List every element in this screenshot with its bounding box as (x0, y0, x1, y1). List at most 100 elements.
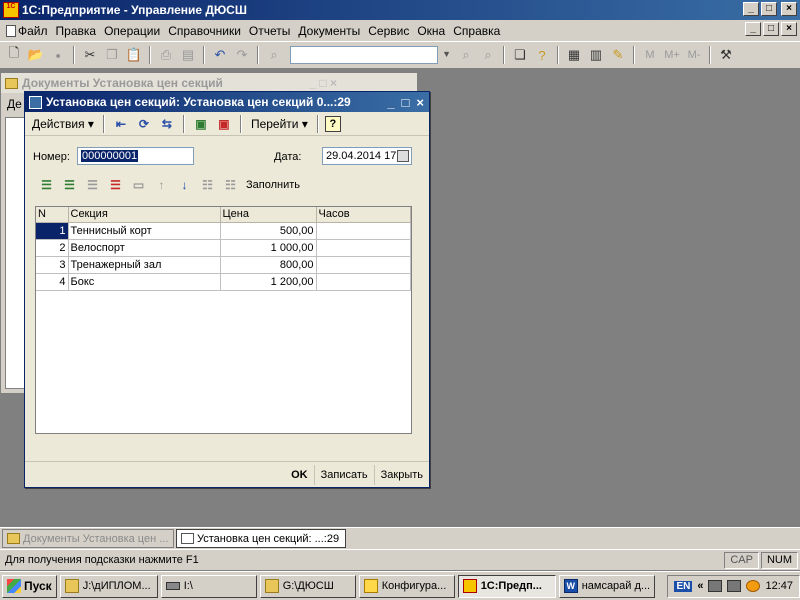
save-icon[interactable]: ▪ (48, 45, 68, 65)
memory-button[interactable]: M (640, 45, 660, 65)
start-button[interactable]: Пуск (2, 574, 57, 598)
taskbar-button-1c[interactable]: 1С:Предп... (457, 574, 556, 598)
sort-desc-icon[interactable]: ☷ (221, 176, 240, 194)
volume-icon[interactable] (727, 580, 742, 592)
post-document-icon[interactable]: ▣ (191, 115, 211, 133)
unpost-document-icon[interactable]: ▣ (214, 115, 234, 133)
memory-minus-button[interactable]: M- (684, 45, 704, 65)
number-field[interactable]: 000000001 (77, 147, 194, 165)
find-icon[interactable]: ⌕ (264, 45, 284, 65)
search-next-icon[interactable]: ⌕ (478, 45, 498, 65)
menu-service[interactable]: Сервис (364, 24, 413, 38)
row-number-cell[interactable]: 1 (36, 222, 69, 240)
end-edit-icon[interactable]: ▭ (129, 176, 148, 194)
close-button[interactable]: Закрыть (373, 464, 429, 485)
table-row[interactable]: 1 Теннисный корт 500,00 (36, 222, 411, 240)
column-header-section[interactable]: Секция (68, 207, 221, 223)
price-cell[interactable]: 1 000,00 (220, 239, 317, 257)
row-number-cell[interactable]: 2 (36, 239, 69, 257)
price-cell[interactable]: 800,00 (220, 256, 317, 274)
taskbar-button-drive-i[interactable]: I:\ (160, 574, 257, 598)
add-copy-icon[interactable]: ☰ (60, 176, 79, 194)
move-up-icon[interactable]: ↑ (152, 176, 171, 194)
hours-cell[interactable] (316, 256, 411, 274)
help-button[interactable]: ? (324, 115, 341, 132)
hours-cell[interactable] (316, 222, 411, 240)
dialog-minimize-button[interactable]: _ (387, 95, 394, 110)
menu-operations[interactable]: Операции (100, 24, 164, 38)
clipboard-icon[interactable]: ✎ (608, 45, 628, 65)
antivirus-icon[interactable] (746, 580, 761, 592)
move-down-icon[interactable]: ↓ (175, 176, 194, 194)
print-icon[interactable]: ⎙ (156, 45, 176, 65)
column-header-hours[interactable]: Часов (316, 207, 411, 223)
cut-icon[interactable]: ✂ (80, 45, 100, 65)
table-row[interactable]: 2 Велоспорт 1 000,00 (36, 239, 411, 257)
section-cell[interactable]: Бокс (68, 273, 221, 291)
date-field[interactable]: 29.04.2014 17 (322, 147, 412, 165)
structure-icon[interactable]: ⇆ (157, 115, 177, 133)
taskbar-button-dyussh[interactable]: G:\ДЮСШ (259, 574, 356, 598)
table-row[interactable]: 3 Тренажерный зал 800,00 (36, 256, 411, 274)
copy-icon[interactable]: ❐ (102, 45, 122, 65)
chevron-down-icon[interactable]: ▼ (442, 49, 451, 59)
column-header-price[interactable]: Цена (220, 207, 317, 223)
menu-help[interactable]: Справка (449, 24, 504, 38)
prices-table[interactable]: N Секция Цена Часов 1 Теннисный корт 500… (35, 206, 412, 434)
dialog-close-button[interactable]: × (416, 95, 424, 110)
search-icon[interactable]: ⌕ (456, 45, 476, 65)
mdi-close-button[interactable]: × (781, 22, 797, 36)
redo-icon[interactable]: ↷ (232, 45, 252, 65)
calculator-icon[interactable]: ▦ (564, 45, 584, 65)
add-row-icon[interactable]: ☰ (37, 176, 56, 194)
taskbar-button-word[interactable]: W намсарай д... (558, 574, 655, 598)
sort-asc-icon[interactable]: ☷ (198, 176, 217, 194)
menu-windows[interactable]: Окна (413, 24, 449, 38)
row-number-cell[interactable]: 3 (36, 256, 69, 274)
delete-row-icon[interactable]: ☰ (106, 176, 125, 194)
ok-button[interactable]: OK (285, 465, 314, 485)
refresh-icon[interactable]: ⟳ (134, 115, 154, 133)
save-button[interactable]: Записать (313, 464, 374, 485)
tray-chevron-icon[interactable]: « (697, 580, 703, 592)
go-back-icon[interactable]: ⇤ (111, 115, 131, 133)
price-cell[interactable]: 1 200,00 (220, 273, 317, 291)
section-cell[interactable]: Тренажерный зал (68, 256, 221, 274)
column-header-n[interactable]: N (36, 207, 69, 223)
table-row[interactable]: 4 Бокс 1 200,00 (36, 273, 411, 291)
row-number-cell[interactable]: 4 (36, 273, 69, 291)
app-minimize-button[interactable]: _ (743, 2, 759, 16)
taskbar-button-diploma[interactable]: J:\дИПЛОМ... (59, 574, 158, 598)
menu-catalogs[interactable]: Справочники (164, 24, 245, 38)
fill-button[interactable]: Заполнить (246, 179, 300, 191)
edit-row-icon[interactable]: ☰ (83, 176, 102, 194)
menu-documents[interactable]: Документы (294, 24, 364, 38)
paste-icon[interactable]: 📋 (124, 45, 144, 65)
settings-icon[interactable]: ⚒ (716, 45, 736, 65)
menu-file[interactable]: Файл (2, 24, 52, 38)
hours-cell[interactable] (316, 239, 411, 257)
price-cell[interactable]: 500,00 (220, 222, 317, 240)
hours-cell[interactable] (316, 273, 411, 291)
app-maximize-button[interactable]: □ (761, 2, 777, 16)
app-close-button[interactable]: × (781, 2, 797, 16)
new-document-icon[interactable]: 🗋 (4, 45, 24, 65)
section-cell[interactable]: Теннисный корт (68, 222, 221, 240)
taskbar-button-configurator[interactable]: Конфигура... (358, 574, 455, 598)
window-tab-documents[interactable]: Документы Установка цен ... (2, 529, 174, 548)
undo-icon[interactable]: ↶ (210, 45, 230, 65)
calendar-icon[interactable] (397, 150, 409, 162)
print-preview-icon[interactable]: ▤ (178, 45, 198, 65)
calendar-icon[interactable]: ▥ (586, 45, 606, 65)
search-combo[interactable]: ▼ (290, 46, 451, 64)
windows-icon[interactable]: ❏ (510, 45, 530, 65)
language-indicator[interactable]: EN (674, 580, 693, 592)
memory-plus-button[interactable]: M+ (662, 45, 682, 65)
mdi-maximize-button[interactable]: □ (763, 22, 779, 36)
help-icon[interactable]: ? (532, 45, 552, 65)
section-cell[interactable]: Велоспорт (68, 239, 221, 257)
dialog-maximize-button[interactable]: □ (402, 95, 410, 110)
menu-edit[interactable]: Правка (52, 24, 101, 38)
open-icon[interactable]: 📂 (26, 45, 46, 65)
actions-menu[interactable]: Действия ▾ (29, 117, 97, 131)
